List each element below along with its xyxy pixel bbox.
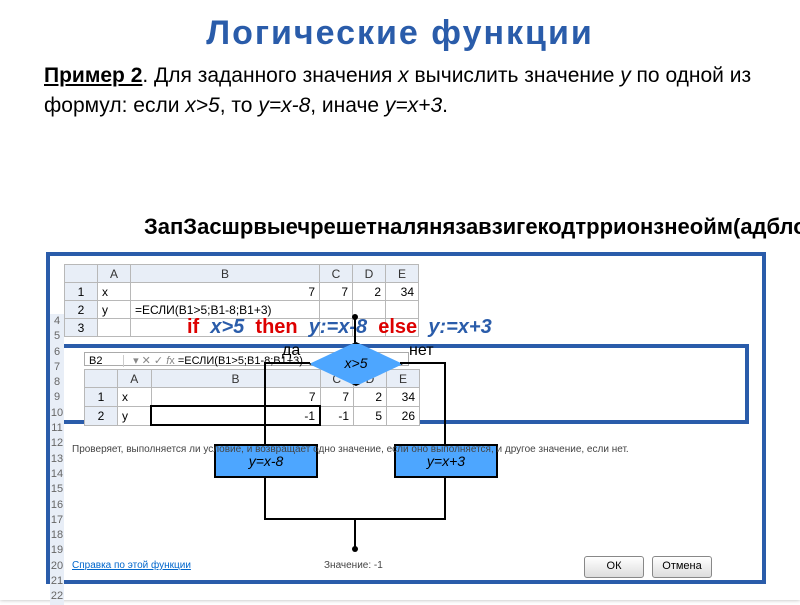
txt: вычислить значение xyxy=(409,64,621,87)
row-head[interactable]: 2 xyxy=(85,406,118,425)
edge xyxy=(354,318,356,344)
txt: , то xyxy=(220,94,259,117)
cancel-button[interactable]: Отмена xyxy=(652,556,712,578)
txt: , иначе xyxy=(310,94,385,117)
val-lbl: Значение: xyxy=(324,560,371,571)
var-x: x xyxy=(398,64,409,87)
slide: Логические функции Пример 2. Для заданно… xyxy=(0,0,800,600)
cell[interactable]: 2 xyxy=(353,283,386,301)
help-link[interactable]: Справка по этой функции xyxy=(72,560,191,571)
problem-statement: Пример 2. Для заданного значения x вычис… xyxy=(4,61,796,122)
edge xyxy=(444,362,446,444)
overlapping-subhead: ЗапЗасшрвыечрешетналянязавзигекодтррионз… xyxy=(144,214,800,240)
cell[interactable]: x xyxy=(98,283,131,301)
example-label: Пример 2 xyxy=(44,64,142,87)
corner xyxy=(85,370,118,388)
val: -1 xyxy=(374,560,383,571)
end-node xyxy=(352,546,358,552)
ok-button[interactable]: ОК xyxy=(584,556,644,578)
row-head[interactable]: 1 xyxy=(65,283,98,301)
cell[interactable] xyxy=(98,319,131,337)
function-hint: Проверяет, выполняется ли условие, и воз… xyxy=(72,444,752,455)
row-heads-background: 45678910111213141516171819202122 xyxy=(50,314,64,605)
col-head[interactable]: D xyxy=(353,265,386,283)
cell[interactable]: y xyxy=(98,301,131,319)
yes-label: да xyxy=(282,342,300,360)
cond: x>5 xyxy=(185,94,219,117)
edge xyxy=(264,362,266,444)
col-head[interactable]: B xyxy=(131,265,320,283)
corner xyxy=(65,265,98,283)
row-head[interactable]: 2 xyxy=(65,301,98,319)
no-label: нет xyxy=(409,342,434,360)
col-head[interactable]: E xyxy=(386,265,419,283)
edge xyxy=(264,362,310,364)
cond-label: x>5 xyxy=(345,343,368,383)
slide-title: Логические функции xyxy=(4,14,796,53)
decision-node: x>5 xyxy=(309,342,403,386)
edge xyxy=(264,478,266,518)
row-head[interactable]: 3 xyxy=(65,319,98,337)
var-y: y xyxy=(620,64,631,87)
edge xyxy=(354,518,356,548)
name-box[interactable]: B2 xyxy=(89,355,124,367)
col-head[interactable]: A xyxy=(98,265,131,283)
cell[interactable]: 34 xyxy=(386,283,419,301)
edge xyxy=(400,362,446,364)
cell[interactable]: 7 xyxy=(320,283,353,301)
row-head[interactable]: 1 xyxy=(85,388,118,407)
col-head[interactable]: C xyxy=(320,265,353,283)
edge xyxy=(444,478,446,518)
flowchart: x>5 да нет y=x-8 y=x+3 xyxy=(134,304,554,564)
txt: . xyxy=(442,94,448,117)
cell[interactable]: 7 xyxy=(131,283,320,301)
formula-1: y=x-8 xyxy=(258,94,310,117)
value-label: Значение: -1 xyxy=(324,560,383,571)
formula-2: y=x+3 xyxy=(385,94,442,117)
txt: . Для заданного значения xyxy=(142,64,398,87)
